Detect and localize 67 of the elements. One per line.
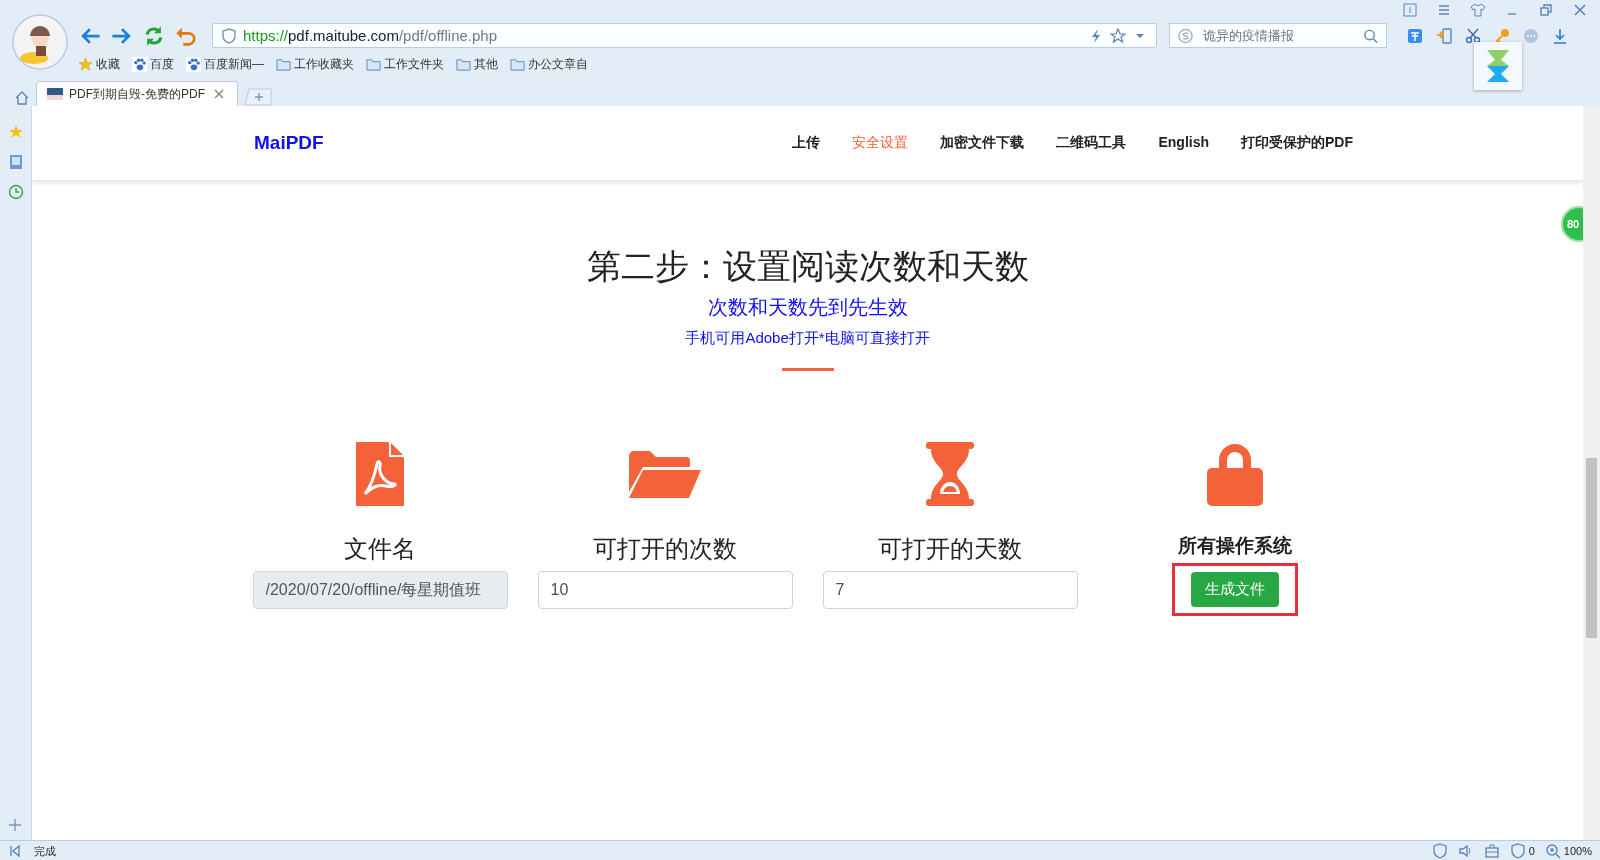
ad-block-icon[interactable] bbox=[1509, 843, 1526, 859]
nav-link[interactable]: 上传 bbox=[792, 134, 821, 152]
input-field[interactable]: 7 bbox=[822, 571, 1078, 609]
flag-icon bbox=[47, 86, 63, 102]
folder-icon bbox=[510, 57, 525, 72]
nav-link[interactable]: English bbox=[1158, 134, 1209, 152]
key-icon[interactable] bbox=[1494, 27, 1510, 44]
download-icon[interactable] bbox=[1552, 27, 1568, 44]
folder-icon bbox=[276, 57, 291, 72]
bookmark[interactable]: 百度 bbox=[132, 56, 174, 73]
translate-icon[interactable] bbox=[1407, 27, 1423, 44]
hourglass-icon bbox=[926, 442, 974, 506]
bookmark[interactable]: 收藏 bbox=[78, 56, 120, 73]
folder-icon bbox=[456, 57, 471, 72]
nav-link[interactable]: 加密文件下载 bbox=[940, 134, 1025, 152]
shield-icon[interactable] bbox=[1431, 843, 1448, 859]
add-icon[interactable] bbox=[8, 818, 22, 832]
bookmark[interactable]: 百度新闻— bbox=[186, 56, 264, 73]
bookmark[interactable]: 其他 bbox=[456, 56, 498, 73]
history-icon[interactable] bbox=[7, 184, 24, 200]
ad-block-status[interactable]: 0 bbox=[1509, 843, 1535, 859]
nav-link[interactable]: 打印受保护的PDF bbox=[1241, 134, 1353, 152]
folder-icon bbox=[366, 57, 381, 72]
scrollbar-thumb[interactable] bbox=[1586, 458, 1597, 638]
scissors-icon[interactable] bbox=[1465, 27, 1481, 44]
lock-icon bbox=[1207, 442, 1263, 506]
field-label: 文件名 bbox=[344, 534, 416, 564]
site-logo[interactable]: MaiPDF bbox=[254, 132, 324, 154]
status-text: 完成 bbox=[34, 843, 56, 859]
zoom-icon[interactable] bbox=[1544, 843, 1561, 859]
new-tab-icon[interactable] bbox=[244, 88, 272, 106]
field-label: 可打开的天数 bbox=[878, 534, 1022, 564]
avatar-icon[interactable] bbox=[12, 14, 68, 70]
shirt-icon[interactable] bbox=[1470, 2, 1486, 18]
subtitle: 次数和天数先到先生效 bbox=[707, 295, 908, 320]
search-field[interactable]: 诡异的疫情播报 bbox=[1201, 27, 1355, 44]
star-icon[interactable] bbox=[1110, 27, 1126, 44]
home-icon[interactable] bbox=[14, 90, 30, 106]
field-label: 所有操作系统 bbox=[1178, 534, 1292, 558]
reader-icon[interactable] bbox=[7, 154, 24, 170]
step-title: 第二步：设置阅读次数和天数 bbox=[586, 246, 1029, 287]
star-icon bbox=[78, 57, 93, 72]
menu-icon[interactable] bbox=[1436, 2, 1452, 18]
zoom-control[interactable]: 100% bbox=[1544, 843, 1592, 859]
address-field[interactable]: https://pdf.maitube.com/pdf/offline.php bbox=[212, 23, 1157, 48]
search-box[interactable]: 诡异的疫情播报 bbox=[1169, 23, 1387, 48]
bookmark[interactable]: 工作文件夹 bbox=[366, 56, 444, 73]
pdf-file-icon bbox=[356, 442, 404, 506]
paw-icon bbox=[186, 57, 201, 72]
extension-popup[interactable] bbox=[1474, 42, 1522, 90]
nav-link[interactable]: 二维码工具 bbox=[1056, 134, 1127, 152]
note-text: 手机可用Adobe打开*电脑可直接打开 bbox=[685, 329, 930, 348]
window-number-icon[interactable] bbox=[1402, 2, 1418, 18]
toolbox-icon[interactable] bbox=[1483, 843, 1500, 859]
bookmark[interactable]: 工作收藏夹 bbox=[276, 56, 354, 73]
browser-tab[interactable]: PDF到期自毁-免费的PDF bbox=[36, 81, 238, 106]
search-engine-icon bbox=[1178, 27, 1193, 44]
search-icon[interactable] bbox=[1363, 27, 1378, 44]
input-field[interactable]: 10 bbox=[537, 571, 793, 609]
more-icon[interactable] bbox=[1523, 27, 1539, 44]
shield-icon bbox=[221, 27, 237, 44]
field-label: 可打开的次数 bbox=[593, 534, 737, 564]
bookmark[interactable]: 办公文章自 bbox=[510, 56, 588, 73]
phone-transfer-icon[interactable] bbox=[1436, 27, 1452, 44]
paw-icon bbox=[132, 57, 147, 72]
restore-icon[interactable] bbox=[1538, 2, 1554, 18]
close-icon[interactable] bbox=[1572, 2, 1588, 18]
